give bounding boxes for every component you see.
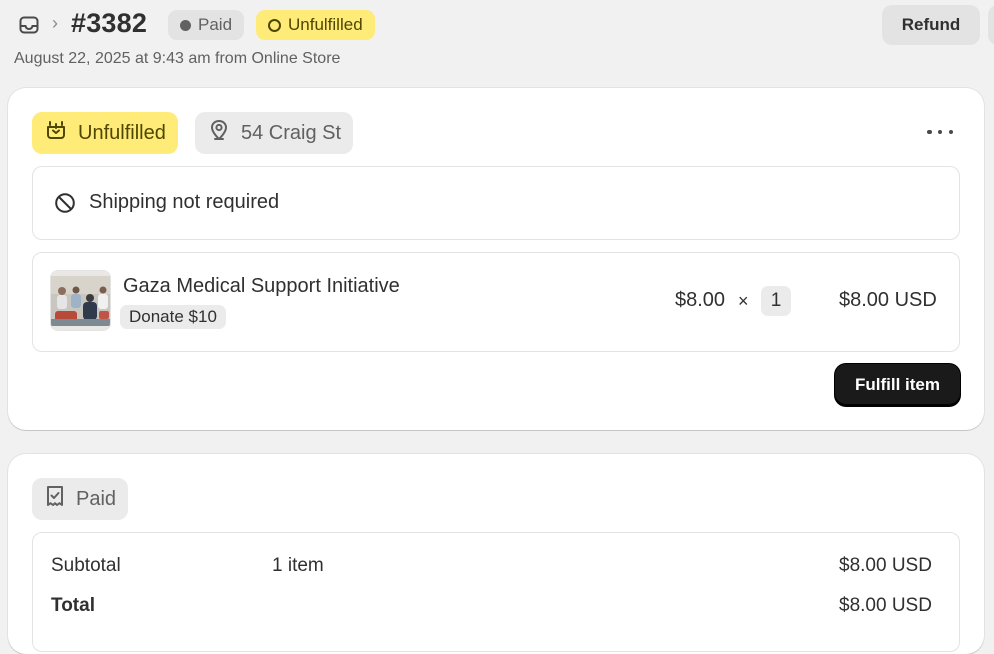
- order-subtitle: August 22, 2025 at 9:43 am from Online S…: [14, 50, 341, 67]
- status-dot-icon: [180, 19, 191, 31]
- variant-badge: Donate $10: [120, 305, 226, 329]
- total-label: Total: [51, 595, 95, 616]
- line-total: $8.00 USD: [839, 289, 937, 311]
- paid-badge-label: Paid: [76, 487, 117, 510]
- subtotal-label: Subtotal: [51, 555, 121, 576]
- status-ring-icon: [268, 18, 281, 32]
- product-thumbnail[interactable]: [50, 270, 111, 331]
- product-title[interactable]: Gaza Medical Support Initiative: [123, 275, 400, 298]
- receipt-check-icon: [44, 484, 66, 514]
- unfulfilled-badge: Unfulfilled: [32, 112, 178, 154]
- fulfillment-status-label: Unfulfilled: [288, 15, 363, 34]
- unit-price: $8.00: [675, 289, 726, 311]
- more-horizontal-icon[interactable]: [927, 122, 953, 142]
- fulfillment-box-icon: [44, 118, 68, 148]
- paid-badge: Paid: [32, 478, 129, 520]
- subtotal-amount: $8.00 USD: [839, 555, 932, 576]
- order-number: #3382: [71, 8, 148, 38]
- shipping-note-text: Shipping not required: [89, 191, 280, 213]
- inbox-icon[interactable]: [18, 14, 40, 36]
- multiply-sign: ×: [738, 291, 749, 311]
- payment-status-badge: Paid: [168, 10, 245, 40]
- fulfillment-status-badge: Unfulfilled: [256, 10, 375, 40]
- unfulfilled-badge-label: Unfulfilled: [78, 121, 166, 144]
- total-amount: $8.00 USD: [839, 595, 932, 616]
- line-item-row: [32, 252, 960, 352]
- location-pin-icon: [207, 118, 231, 148]
- location-badge: 54 Craig St: [195, 112, 354, 154]
- payment-summary-box: [32, 532, 960, 652]
- quantity-badge: 1: [761, 286, 791, 316]
- location-label: 54 Craig St: [241, 121, 342, 144]
- no-shipping-icon: [54, 192, 76, 214]
- payment-status-label: Paid: [198, 15, 233, 34]
- fulfill-item-button[interactable]: Fulfill item: [835, 364, 960, 406]
- overflow-button[interactable]: [988, 5, 994, 45]
- chevron-right-icon: ›: [52, 13, 58, 33]
- refund-button[interactable]: Refund: [882, 5, 980, 45]
- subtotal-detail: 1 item: [272, 555, 324, 576]
